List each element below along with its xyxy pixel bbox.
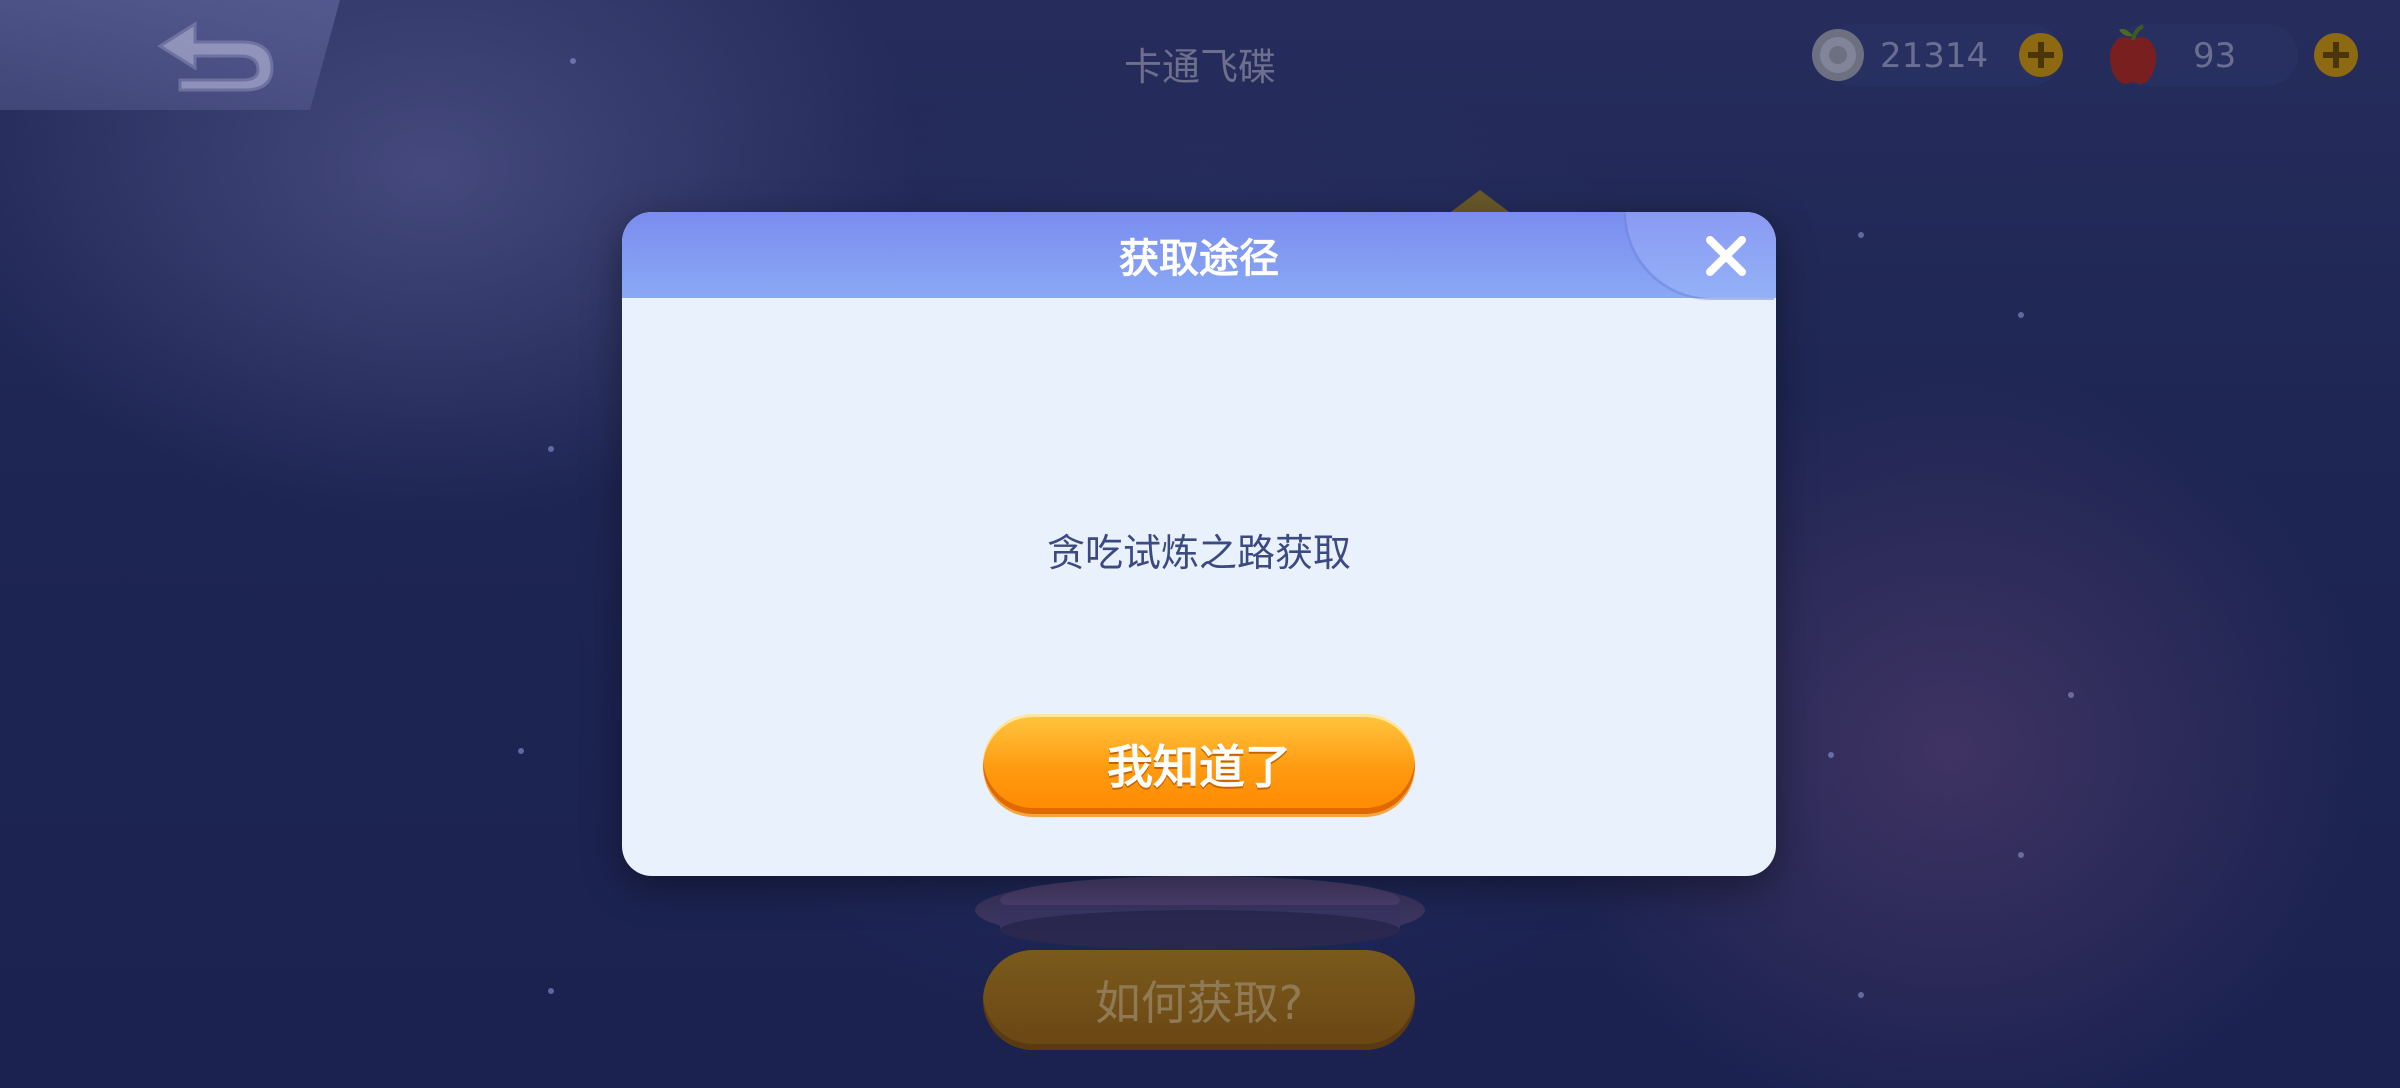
game-screen: 卡通飞碟 21314 93 如何获取? 获取途径 贪吃试炼之路获取 我知道了	[0, 0, 2400, 1088]
star	[518, 748, 524, 754]
star	[1858, 992, 1864, 998]
acquire-method-dialog: 获取途径 贪吃试炼之路获取 我知道了	[622, 212, 1776, 876]
star	[2018, 852, 2024, 858]
star	[570, 58, 576, 64]
apple-value: 93	[2193, 36, 2237, 76]
star	[2068, 692, 2074, 698]
plus-icon[interactable]	[2313, 32, 2359, 78]
plus-icon[interactable]	[2018, 32, 2064, 78]
scene-title: 卡通飞碟	[1123, 45, 1276, 89]
back-arrow-icon[interactable]	[150, 14, 280, 94]
star	[548, 446, 554, 452]
star	[1828, 752, 1834, 758]
star	[548, 988, 554, 994]
dialog-header: 获取途径	[622, 212, 1776, 298]
how-to-get-button[interactable]: 如何获取?	[983, 950, 1415, 1050]
star	[1858, 232, 1864, 238]
close-icon[interactable]	[1702, 232, 1750, 280]
coin-value: 21314	[1880, 36, 1989, 76]
dialog-message: 贪吃试炼之路获取	[1046, 531, 1351, 575]
confirm-button[interactable]: 我知道了	[983, 714, 1415, 814]
dialog-title: 获取途径	[1119, 236, 1279, 282]
apple-icon	[2109, 24, 2157, 84]
star	[2018, 312, 2024, 318]
coin-icon	[1812, 29, 1864, 81]
